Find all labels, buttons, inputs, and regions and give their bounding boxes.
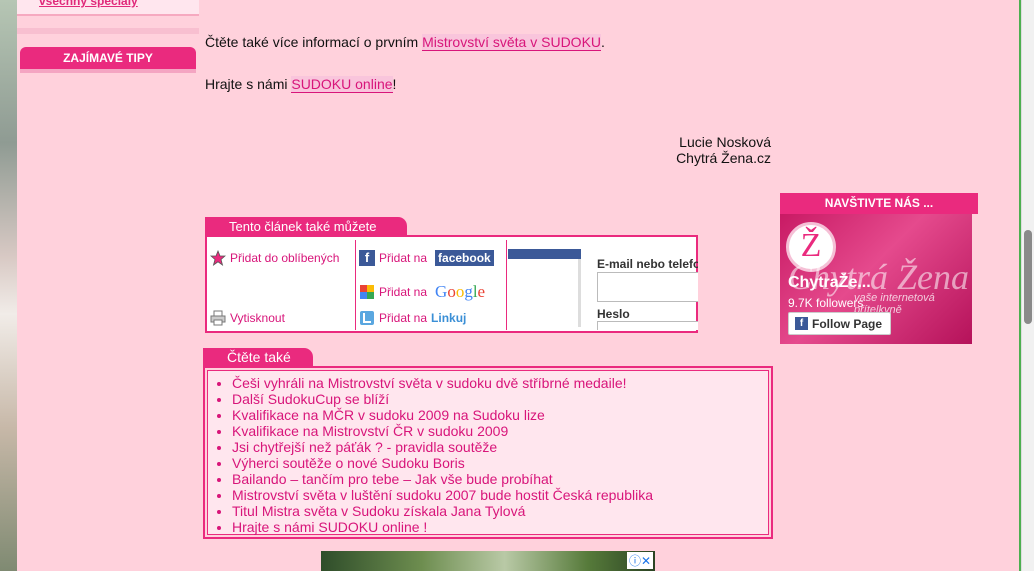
add-to-label: Přidat na — [379, 251, 428, 265]
sudoku-online-link[interactable]: SUDOKU online — [291, 76, 393, 93]
add-favorites-label: Přidat do oblíbených — [230, 251, 340, 265]
print-label: Vytisknout — [230, 311, 285, 325]
publication-name: Chytrá Žena.cz — [676, 150, 771, 166]
sidebar-heading-underline — [20, 69, 196, 73]
read-also-list: Češi vyhráli na Mistrovství světa v sudo… — [232, 375, 768, 535]
add-to-label: Přidat na — [379, 311, 428, 325]
related-article-link[interactable]: Kvalifikace na MČR v sudoku 2009 na Sudo… — [232, 407, 545, 423]
all-specials-link[interactable]: všechny speciály — [39, 0, 138, 8]
article-text-suffix: . — [601, 34, 605, 50]
share-column-social: f Přidat na facebook Přidat na Google Př… — [357, 240, 507, 330]
list-item[interactable]: Titul Mistra světa v Sudoku získala Jana… — [232, 503, 768, 519]
google-logo: Google — [435, 282, 486, 301]
ad-choices-icon[interactable]: ⓘ✕ — [626, 552, 653, 569]
star-icon — [210, 250, 226, 266]
related-article-link[interactable]: Titul Mistra světa v Sudoku získala Jana… — [232, 503, 525, 519]
printer-icon — [210, 310, 226, 326]
sidebar-heading-tips: ZAJÍMAVÉ TIPY — [20, 47, 196, 69]
password-label: Heslo — [597, 307, 630, 321]
facebook-page-widget[interactable]: Ž Chytrá Žena vaše internetová přítelkyn… — [780, 214, 972, 344]
related-article-link[interactable]: Češi vyhráli na Mistrovství světa v sudo… — [232, 375, 627, 391]
password-field[interactable] — [597, 321, 698, 330]
follow-page-label: Follow Page — [812, 316, 883, 331]
list-item[interactable]: Výherci soutěže o nové Sudoku Boris — [232, 455, 768, 471]
linkuj-text: Linkuj — [431, 311, 467, 325]
sidebar-top-item: všechny speciály — [17, 0, 199, 16]
visit-us-heading: NAVŠTIVTE NÁS ... — [780, 193, 978, 214]
related-article-link[interactable]: Další SudokuCup se blíží — [232, 391, 389, 407]
article-text: Hrajte s námi — [205, 76, 292, 92]
list-item[interactable]: Češi vyhráli na Mistrovství světa v sudo… — [232, 375, 768, 391]
linkuj-icon — [360, 311, 374, 325]
list-item[interactable]: Bailando – tančím pro tebe – Jak vše bud… — [232, 471, 768, 487]
related-article-link[interactable]: Mistrovství světa v luštění sudoku 2007 … — [232, 487, 653, 503]
author-name: Lucie Nosková — [679, 134, 771, 150]
article-paragraph-info: Čtěte také více informací o prvním Mistr… — [205, 34, 605, 51]
read-also-inner: Češi vyhráli na Mistrovství světa v sudo… — [207, 370, 769, 535]
vertical-scrollbar[interactable] — [1021, 0, 1034, 571]
add-favorites-link[interactable]: Přidat do oblíbených — [210, 250, 339, 266]
list-item[interactable]: Další SudokuCup se blíží — [232, 391, 768, 407]
add-to-label: Přidat na — [379, 285, 428, 299]
share-column-bookmarks: Přidat do oblíbených Vytisknout — [207, 240, 356, 330]
article-text: Čtěte také více informací o prvním — [205, 34, 423, 50]
article-signature: Lucie Nosková Chytrá Žena.cz — [619, 134, 771, 166]
list-item[interactable]: Jsi chytřejší než páťák ? - pravidla sou… — [232, 439, 768, 455]
related-article-link[interactable]: Bailando – tančím pro tebe – Jak vše bud… — [232, 471, 553, 487]
related-article-link[interactable]: Jsi chytřejší než páťák ? - pravidla sou… — [232, 439, 497, 455]
follow-page-button[interactable]: f Follow Page — [788, 312, 891, 335]
add-to-google-link[interactable]: Přidat na Google — [359, 282, 485, 302]
list-item[interactable]: Kvalifikace na MČR v sudoku 2009 na Sudo… — [232, 407, 768, 423]
sidebar: všechny speciály ZAJÍMAVÉ TIPY — [17, 0, 199, 571]
list-item[interactable]: Kvalifikace na Mistrovství ČR v sudoku 2… — [232, 423, 768, 439]
related-article-link[interactable]: Výherci soutěže o nové Sudoku Boris — [232, 455, 465, 471]
background-photo-edge — [0, 0, 17, 571]
add-to-facebook-link[interactable]: f Přidat na facebook — [359, 250, 494, 266]
advertisement-banner[interactable]: ⓘ✕ — [321, 551, 655, 571]
sidebar-separator — [17, 28, 199, 34]
facebook-login-header — [508, 249, 581, 259]
facebook-icon: f — [795, 317, 808, 330]
share-box-title: Tento článek také můžete — [205, 217, 407, 236]
facebook-logo: facebook — [435, 250, 494, 266]
list-item[interactable]: Mistrovství světa v luštění sudoku 2007 … — [232, 487, 768, 503]
related-article-link[interactable]: Hrajte s námi SUDOKU online ! — [232, 519, 427, 535]
facebook-login-frame: E-mail nebo telefon Heslo — [508, 240, 698, 330]
follower-count: 9.7K followers — [788, 296, 864, 310]
world-championship-link[interactable]: Mistrovství světa v SUDOKU — [422, 34, 602, 51]
read-also-box: Češi vyhráli na Mistrovství světa v sudo… — [203, 366, 773, 539]
add-to-linkuj-link[interactable]: Přidat na Linkuj — [359, 310, 466, 326]
print-link[interactable]: Vytisknout — [210, 310, 285, 326]
article-paragraph-play: Hrajte s námi SUDOKU online! — [205, 76, 397, 93]
facebook-login-sidepanel — [508, 259, 581, 327]
google-bookmark-icon — [360, 285, 374, 299]
read-also-title: Čtěte také — [203, 348, 313, 367]
email-field[interactable] — [597, 272, 698, 302]
share-box: Přidat do oblíbených Vytisknout f Přidat… — [205, 235, 698, 333]
email-label: E-mail nebo telefon — [597, 257, 698, 271]
related-article-link[interactable]: Kvalifikace na Mistrovství ČR v sudoku 2… — [232, 423, 508, 439]
facebook-page-name[interactable]: ChytraŽe... — [788, 274, 871, 292]
article-text-suffix: ! — [392, 76, 397, 92]
list-item[interactable]: Hrajte s námi SUDOKU online ! — [232, 519, 768, 535]
scrollbar-thumb[interactable] — [1024, 230, 1032, 324]
facebook-icon: f — [359, 250, 375, 266]
